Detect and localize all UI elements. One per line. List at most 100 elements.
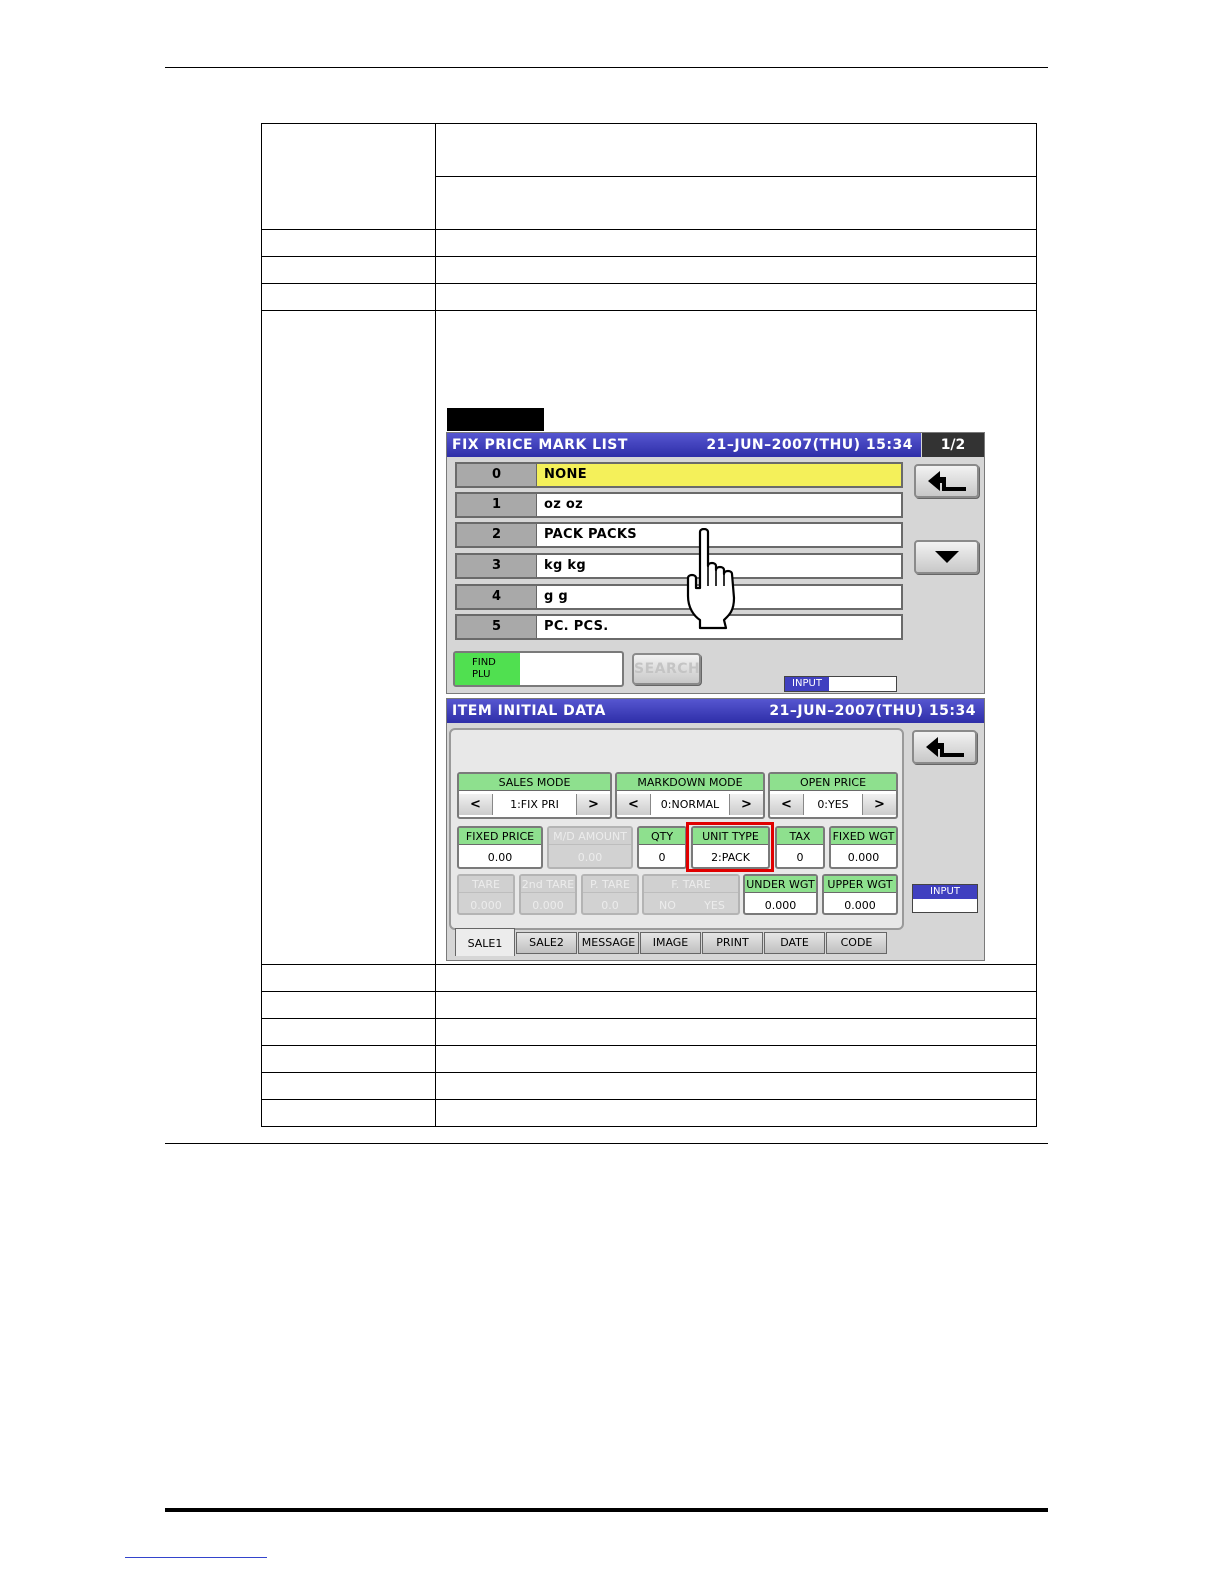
list-item[interactable]: 2 PACK PACKS	[455, 522, 903, 548]
f-tare-yes-button: YES	[704, 899, 725, 912]
back-button[interactable]	[912, 730, 977, 764]
table-row-divider	[261, 1045, 1037, 1046]
footer-rule	[165, 1508, 1048, 1512]
list-item-number: 4	[457, 586, 537, 608]
tax-field[interactable]: TAX 0	[775, 826, 825, 869]
footer-link-underline	[125, 1557, 267, 1558]
table-row-divider	[261, 310, 1037, 311]
return-arrow-icon	[927, 471, 966, 491]
table-row-divider	[261, 256, 1037, 257]
list-item-number: 2	[457, 524, 537, 546]
back-button[interactable]	[914, 464, 979, 498]
open-price-label: OPEN PRICE	[770, 774, 896, 791]
markdown-mode-selector[interactable]: MARKDOWN MODE < 0:NORMAL >	[615, 772, 765, 819]
under-wgt-label: UNDER WGT	[745, 876, 816, 893]
list-item[interactable]: 0 NONE	[455, 462, 903, 488]
p-tare-value: 0.0	[601, 899, 619, 912]
second-tare-label: 2nd TARE	[521, 876, 575, 893]
tab-image[interactable]: IMAGE	[640, 932, 701, 954]
tax-label: TAX	[777, 828, 823, 845]
table-row-divider	[261, 283, 1037, 284]
input-indicator: INPUT	[912, 884, 978, 913]
tab-sale1[interactable]: SALE1	[455, 928, 515, 956]
input-indicator-label: INPUT	[785, 677, 829, 691]
tab-message[interactable]: MESSAGE	[578, 932, 639, 954]
fixed-wgt-label: FIXED WGT	[831, 828, 896, 845]
qty-label: QTY	[639, 828, 685, 845]
list-item[interactable]: 4 g g	[455, 584, 903, 610]
f-tare-no-button: NO	[659, 899, 676, 912]
fixed-wgt-field[interactable]: FIXED WGT 0.000	[829, 826, 898, 869]
qty-field[interactable]: QTY 0	[637, 826, 687, 869]
screen-label-tab	[447, 408, 544, 431]
item-title-bar: ITEM INITIAL DATA 21–JUN–2007(THU) 15:34	[447, 699, 984, 723]
tare-field: TARE 0.000	[457, 874, 515, 915]
tab-sale2[interactable]: SALE2	[516, 932, 577, 954]
f-tare-label: F. TARE	[644, 876, 738, 893]
table-column-divider	[435, 123, 436, 1127]
table-row-divider	[261, 1099, 1037, 1100]
triangle-down-icon	[934, 551, 959, 563]
sales-mode-selector[interactable]: SALES MODE < 1:FIX PRI >	[457, 772, 612, 819]
list-item-number: 5	[457, 616, 537, 638]
tare-value: 0.000	[470, 899, 502, 912]
open-price-next-button[interactable]: >	[862, 794, 896, 815]
find-plu-label-line2: PLU	[472, 669, 491, 680]
fixed-price-value: 0.00	[487, 851, 513, 864]
md-amount-value: 0.00	[577, 851, 603, 864]
table-row-divider	[261, 1018, 1037, 1019]
find-plu-label-line1: FIND	[472, 657, 496, 668]
input-indicator: INPUT	[784, 676, 897, 692]
upper-wgt-label: UPPER WGT	[824, 876, 896, 893]
table-row-divider	[436, 176, 1037, 177]
screen-datetime: 21–JUN–2007(THU) 15:34	[769, 703, 976, 719]
fixed-wgt-value: 0.000	[847, 851, 880, 864]
list-item-name: PACK PACKS	[544, 527, 637, 542]
open-price-prev-button[interactable]: <	[770, 794, 804, 815]
qty-value: 0	[658, 851, 666, 864]
tab-code[interactable]: CODE	[826, 932, 887, 954]
markdown-mode-value: 0:NORMAL	[660, 798, 720, 811]
screen-title: FIX PRICE MARK LIST	[452, 437, 628, 453]
search-button[interactable]: SEARCH	[632, 653, 701, 685]
under-wgt-value: 0.000	[764, 899, 797, 912]
unit-type-highlight	[686, 822, 774, 872]
tab-date[interactable]: DATE	[764, 932, 825, 954]
list-item-name: oz oz	[544, 497, 584, 512]
find-plu-field[interactable]: FIND PLU	[453, 651, 624, 687]
list-item-name: NONE	[544, 467, 587, 482]
page-indicator: 1/2	[922, 433, 984, 457]
sales-mode-next-button[interactable]: >	[576, 794, 610, 815]
table-row-divider	[261, 991, 1037, 992]
open-price-selector[interactable]: OPEN PRICE < 0:YES >	[768, 772, 898, 819]
tab-print[interactable]: PRINT	[702, 932, 763, 954]
fixed-price-field[interactable]: FIXED PRICE 0.00	[457, 826, 543, 869]
list-item[interactable]: 1 oz oz	[455, 492, 903, 518]
markdown-mode-next-button[interactable]: >	[729, 794, 763, 815]
list-item[interactable]: 3 kg kg	[455, 553, 903, 579]
second-tare-field: 2nd TARE 0.000	[519, 874, 577, 915]
scroll-down-button[interactable]	[914, 540, 979, 574]
list-item-number: 3	[457, 555, 537, 577]
list-item[interactable]: 5 PC. PCS.	[455, 614, 903, 640]
upper-wgt-value: 0.000	[844, 899, 876, 912]
header-rule	[165, 67, 1048, 68]
table-row-divider	[261, 229, 1037, 230]
under-wgt-field[interactable]: UNDER WGT 0.000	[743, 874, 818, 915]
screen-title: ITEM INITIAL DATA	[452, 703, 606, 719]
list-item-number: 1	[457, 494, 537, 516]
sales-mode-prev-button[interactable]: <	[459, 794, 493, 815]
section-rule	[165, 1143, 1048, 1144]
find-plu-label: FIND PLU	[455, 653, 520, 685]
return-arrow-icon	[925, 737, 964, 757]
upper-wgt-field[interactable]: UPPER WGT 0.000	[822, 874, 898, 915]
list-item-name: kg kg	[544, 558, 586, 573]
open-price-value: 0:YES	[817, 798, 849, 811]
pointing-hand-icon	[686, 528, 736, 630]
markdown-mode-label: MARKDOWN MODE	[617, 774, 763, 791]
markdown-mode-prev-button[interactable]: <	[617, 794, 651, 815]
fix-price-title-bar: FIX PRICE MARK LIST 21–JUN–2007(THU) 15:…	[447, 433, 921, 457]
fixed-price-label: FIXED PRICE	[459, 828, 541, 845]
f-tare-field: F. TARE NO YES	[642, 874, 740, 915]
md-amount-field: M/D AMOUNT 0.00	[547, 826, 633, 869]
